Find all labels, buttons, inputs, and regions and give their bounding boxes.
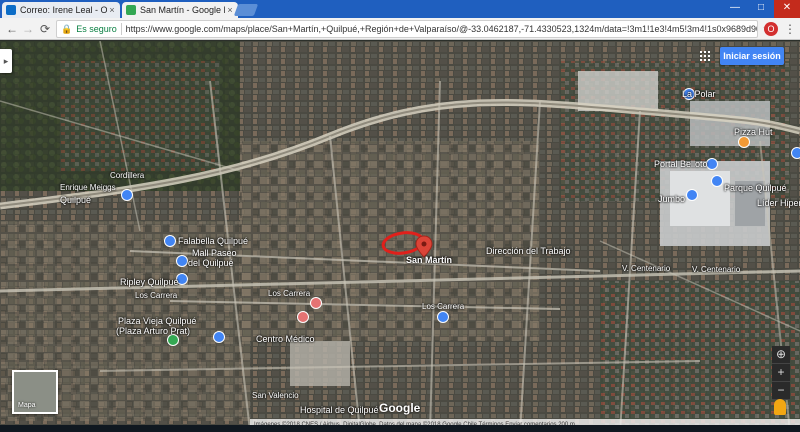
poi-label: Mall Paseo (192, 248, 237, 258)
zoom-controls: ⊕ + − (772, 346, 790, 400)
maximize-button[interactable]: □ (748, 0, 774, 18)
divider (120, 23, 122, 35)
poi-label: Jumbo (658, 194, 686, 204)
tab-outlook[interactable]: Correo: Irene Leal - Outl × (2, 2, 120, 18)
street-view-pegman-icon[interactable] (774, 399, 786, 415)
poi-label: Ripley Quilpué (120, 277, 179, 287)
close-window-button[interactable]: ✕ (774, 0, 800, 18)
restaurant-icon[interactable] (738, 136, 750, 148)
browser-toolbar: ← → ⟳ 🔒 Es seguro https://www.google.com… (0, 18, 800, 40)
shopping-icon[interactable] (164, 235, 176, 247)
lock-icon: 🔒 (61, 23, 73, 34)
new-tab-button[interactable] (233, 4, 259, 16)
back-button[interactable]: ← (4, 21, 20, 37)
place-name-label: San Martín (406, 255, 453, 265)
zoom-out-button[interactable]: − (772, 382, 790, 400)
shopping-icon[interactable] (791, 147, 800, 159)
apps-grid-icon[interactable] (700, 51, 710, 61)
hospital-icon[interactable] (297, 311, 309, 323)
poi-label: Portal Belloto (654, 159, 708, 169)
shopping-icon[interactable] (176, 255, 188, 267)
opera-extension-icon[interactable]: O (764, 22, 778, 36)
poi-label: Parque Quilpué (724, 183, 787, 193)
outlook-icon (6, 5, 16, 15)
tab-title: San Martín - Google Ma (140, 5, 225, 15)
poi-label: Hospital de Quilpué (300, 405, 379, 415)
poi-label: del Quilpué (188, 258, 234, 268)
satellite-imagery (0, 41, 800, 432)
close-icon[interactable]: × (107, 5, 117, 15)
poi-label: Dirección del Trabajo (486, 246, 571, 256)
map-view[interactable]: Enrique Meiggs Quilpué Cordillera Falabe… (0, 41, 800, 432)
reload-button[interactable]: ⟳ (37, 21, 53, 37)
street-label: Los Carrera (135, 291, 178, 300)
zoom-in-button[interactable]: + (772, 364, 790, 382)
poi-label: (Plaza Arturo Prat) (116, 326, 191, 336)
hospital-icon[interactable] (310, 297, 322, 309)
street-label: Los Carrera (422, 302, 465, 311)
minimize-button[interactable]: — (722, 0, 748, 18)
address-bar[interactable]: 🔒 Es seguro https://www.google.com/maps/… (56, 20, 758, 38)
street-label: Los Carrera (268, 289, 311, 298)
tab-google-maps[interactable]: San Martín - Google Ma × (122, 2, 238, 18)
bus-icon[interactable] (121, 189, 133, 201)
tab-strip: Correo: Irene Leal - Outl × San Martín -… (0, 0, 800, 18)
poi-label: Falabella Quilpué (178, 236, 249, 246)
url-text[interactable]: https://www.google.com/maps/place/San+Ma… (126, 24, 757, 34)
poi-label: Plaza Vieja Quilpué (118, 316, 197, 326)
street-label: V. Centenario (622, 264, 671, 273)
shopping-icon[interactable] (213, 331, 225, 343)
layers-toggle[interactable]: Mapa (12, 370, 58, 414)
poi-label: Quilpué (60, 195, 92, 205)
bank-icon[interactable] (437, 311, 449, 323)
tab-title: Correo: Irene Leal - Outl (20, 5, 107, 15)
poi-label: Pizza Hut (734, 127, 773, 137)
secure-label: Es seguro (76, 24, 117, 34)
layers-label: Mapa (18, 402, 36, 409)
browser-menu-icon[interactable]: ⋮ (782, 21, 798, 37)
street-label: Cordillera (110, 171, 145, 180)
shopping-icon[interactable] (686, 189, 698, 201)
shopping-icon[interactable] (711, 175, 723, 187)
signin-button[interactable]: Iniciar sesión (720, 47, 784, 65)
poi-label: Centro Médico (256, 334, 315, 344)
street-label: San Valencio (252, 391, 299, 400)
poi-label: La Polar (682, 89, 716, 99)
google-logo: Google (379, 401, 421, 415)
compass-icon[interactable]: ⊕ (772, 346, 790, 364)
side-panel-toggle[interactable]: ▸ (0, 49, 12, 73)
forward-button[interactable]: → (20, 21, 36, 37)
street-label: V. Centenario (692, 265, 741, 274)
poi-label: Líder Hiper (757, 198, 800, 208)
street-label: Enrique Meiggs (60, 183, 116, 192)
google-maps-icon (126, 5, 136, 15)
os-taskbar (0, 425, 800, 432)
